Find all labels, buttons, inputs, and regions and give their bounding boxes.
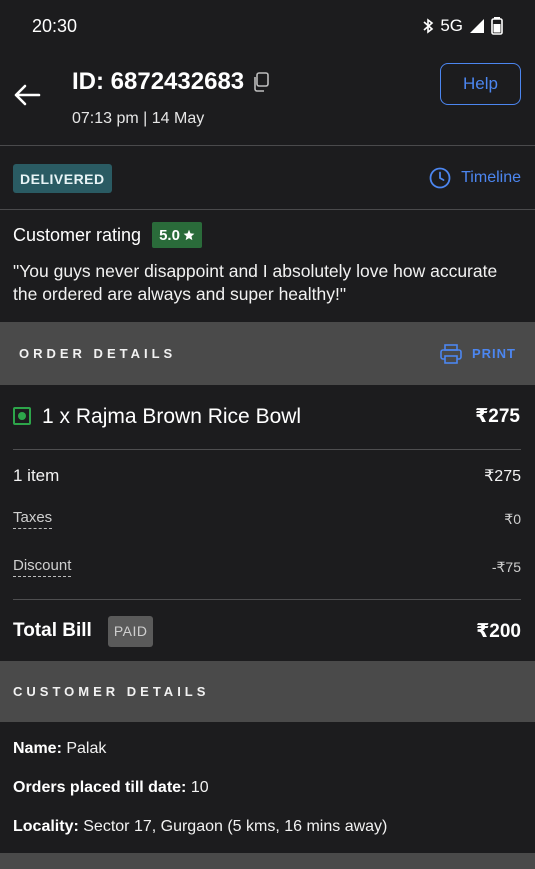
item-price: ₹275: [475, 406, 520, 427]
total-bill-row: Total Bill PAID ₹200: [13, 614, 521, 648]
rating-badge: 5.0: [152, 222, 202, 248]
customer-locality: Locality: Sector 17, Gurgaon (5 kms, 16 …: [13, 818, 387, 836]
rating-value: 5.0: [159, 226, 180, 244]
taxes-label[interactable]: Taxes: [13, 509, 53, 529]
items-subtotal: ₹275: [484, 468, 521, 485]
order-item-row: 1 x Rajma Brown Rice Bowl ₹275: [0, 385, 535, 450]
order-id-text: ID: 6872432683: [72, 68, 245, 95]
rating-label: Customer rating: [13, 224, 142, 245]
orders-count-label: Orders placed till date:: [13, 779, 187, 796]
bluetooth-icon: [423, 18, 434, 34]
order-time: 07:13 pm | 14 May: [72, 110, 205, 127]
order-id: ID: 6872432683: [72, 68, 270, 96]
back-button[interactable]: [10, 78, 44, 112]
status-bar: 20:30 5G: [0, 0, 535, 52]
delivered-status-badge: DELIVERED: [13, 164, 112, 193]
order-status-row: DELIVERED Timeline: [0, 147, 535, 210]
signal-icon: [470, 19, 484, 33]
print-label: PRINT: [472, 346, 516, 361]
star-icon: [183, 229, 195, 241]
paid-badge: PAID: [107, 615, 154, 647]
rating-row: Customer rating 5.0: [13, 222, 202, 248]
battery-icon: [491, 17, 503, 35]
customer-details-header: CUSTOMER DETAILS: [0, 661, 535, 722]
orders-count-value: 10: [190, 779, 209, 796]
customer-orders-count: Orders placed till date: 10: [13, 779, 209, 797]
veg-indicator-icon: [13, 407, 31, 425]
next-section-header: [0, 853, 535, 869]
status-time: 20:30: [32, 15, 78, 36]
arrow-left-icon: [14, 84, 41, 106]
items-count-label: 1 item: [13, 466, 60, 485]
total-bill-label: Total Bill: [13, 620, 92, 641]
printer-icon: [440, 343, 462, 364]
clock-icon: [429, 167, 451, 189]
customer-rating-section: Customer rating 5.0 "You guys never disa…: [0, 211, 535, 321]
network-label: 5G: [440, 16, 463, 35]
discount-row: Discount -₹75: [13, 557, 521, 577]
order-details-title: ORDER DETAILS: [19, 346, 177, 361]
order-details-header: ORDER DETAILS PRINT: [0, 322, 535, 385]
discount-label[interactable]: Discount: [13, 557, 72, 577]
items-subtotal-row: 1 item ₹275: [13, 466, 521, 486]
taxes-row: Taxes ₹0: [13, 509, 521, 529]
print-button[interactable]: PRINT: [440, 343, 516, 364]
customer-details-title: CUSTOMER DETAILS: [13, 684, 210, 699]
item-name: 1 x Rajma Brown Rice Bowl: [42, 405, 302, 428]
rating-comment: "You guys never disappoint and I absolut…: [13, 261, 498, 304]
copy-icon[interactable]: [252, 72, 270, 92]
help-button[interactable]: Help: [440, 63, 521, 105]
total-bill-value: ₹200: [476, 620, 521, 642]
taxes-value: ₹0: [504, 510, 521, 527]
customer-name: Name: Palak: [13, 740, 106, 758]
customer-name-label: Name:: [13, 740, 62, 757]
locality-value: Sector 17, Gurgaon (5 kms, 16 mins away): [83, 818, 388, 835]
timeline-link[interactable]: Timeline: [429, 167, 521, 189]
order-header: ID: 6872432683 07:13 pm | 14 May Help: [0, 52, 535, 146]
customer-name-value: Palak: [66, 740, 107, 757]
divider: [13, 599, 521, 600]
discount-value: -₹75: [491, 558, 521, 575]
divider: [13, 449, 521, 450]
timeline-label: Timeline: [461, 169, 521, 186]
status-icons: 5G: [422, 16, 503, 36]
locality-label: Locality:: [13, 818, 79, 835]
